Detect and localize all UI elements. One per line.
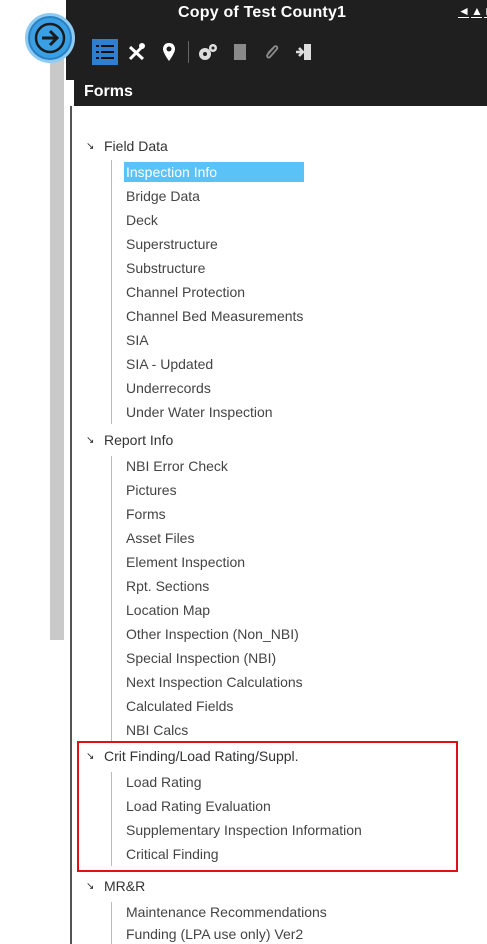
tree-item[interactable]: Supplementary Inspection Information <box>124 820 364 840</box>
tree-item[interactable]: Pictures <box>124 480 179 500</box>
tree-left-border <box>70 106 72 944</box>
expanded-arrow-icon: ↘ <box>86 750 95 762</box>
tree-item[interactable]: Bridge Data <box>124 186 202 206</box>
tools-icon[interactable] <box>124 39 150 65</box>
tree-item[interactable]: Channel Bed Measurements <box>124 306 305 326</box>
tree-group-mrr[interactable]: ↘ MR&R <box>86 878 145 894</box>
expanded-arrow-icon: ↘ <box>86 880 95 892</box>
tree-item[interactable]: Element Inspection <box>124 552 247 572</box>
tree-item[interactable]: Maintenance Recommendations <box>124 902 329 922</box>
tree-group-label: MR&R <box>104 878 146 894</box>
tree-group-label: Field Data <box>104 138 168 154</box>
tree-item[interactable]: Rpt. Sections <box>124 576 211 596</box>
tree-item[interactable]: Special Inspection (NBI) <box>124 648 278 668</box>
tree-item[interactable]: NBI Error Check <box>124 456 230 476</box>
tree-item[interactable]: Load Rating Evaluation <box>124 796 273 816</box>
tree-item[interactable]: Forms <box>124 504 168 524</box>
tree-item[interactable]: Load Rating <box>124 772 204 792</box>
prev-record-button[interactable]: ◄ <box>458 5 470 18</box>
exit-icon[interactable] <box>291 39 317 65</box>
tree-guide-line <box>111 456 112 742</box>
tree-guide-line <box>111 772 112 866</box>
list-icon[interactable] <box>92 39 118 65</box>
tree-item[interactable]: Inspection Info <box>124 162 304 182</box>
forms-panel-header: Forms <box>74 80 487 106</box>
tree-item[interactable]: SIA - Updated <box>124 354 215 374</box>
tree-item[interactable]: Funding (LPA use only) Ver2 <box>124 924 305 944</box>
paperclip-icon[interactable] <box>259 39 285 65</box>
tree-item[interactable]: Substructure <box>124 258 207 278</box>
tree-item[interactable]: Asset Files <box>124 528 196 548</box>
tree-item[interactable]: Channel Protection <box>124 282 247 302</box>
tree-item[interactable]: Superstructure <box>124 234 220 254</box>
expanded-arrow-icon: ↘ <box>86 434 95 446</box>
tree-group-field-data[interactable]: ↘ Field Data <box>86 138 168 154</box>
panel-title: Forms <box>84 83 133 100</box>
gears-icon[interactable] <box>195 39 221 65</box>
record-nav: ◄ ▲ ► <box>458 5 487 18</box>
tree-group-crit-finding[interactable]: ↘ Crit Finding/Load Rating/Suppl. <box>86 748 299 764</box>
tree-item[interactable]: Calculated Fields <box>124 696 235 716</box>
tree-group-label: Crit Finding/Load Rating/Suppl. <box>104 748 299 764</box>
tree-guide-line <box>111 902 112 944</box>
tree-item[interactable]: Critical Finding <box>124 844 221 864</box>
back-button[interactable] <box>25 13 75 63</box>
toolbar-divider <box>188 41 189 63</box>
tree-item[interactable]: Deck <box>124 210 160 230</box>
map-pin-icon[interactable] <box>156 39 182 65</box>
tree-item[interactable]: Underrecords <box>124 378 213 398</box>
tree-item[interactable]: NBI Calcs <box>124 720 190 740</box>
toolbar <box>92 36 317 68</box>
left-gutter <box>0 0 66 944</box>
tree-item[interactable]: SIA <box>124 330 151 350</box>
tree-item[interactable]: Next Inspection Calculations <box>124 672 305 692</box>
tree-item[interactable]: Other Inspection (Non_NBI) <box>124 624 301 644</box>
tree-item[interactable]: Under Water Inspection <box>124 402 275 422</box>
up-record-button[interactable]: ▲ <box>471 5 483 18</box>
tree-guide-line <box>111 160 112 424</box>
expanded-arrow-icon: ↘ <box>86 140 95 152</box>
record-title: Copy of Test County1 <box>178 4 347 21</box>
document-icon[interactable] <box>227 39 253 65</box>
tree-item[interactable]: Location Map <box>124 600 212 620</box>
arrow-right-icon <box>34 22 66 54</box>
tree-group-label: Report Info <box>104 432 174 448</box>
tree-group-report-info[interactable]: ↘ Report Info <box>86 432 173 448</box>
scrollbar-track[interactable] <box>50 40 64 640</box>
